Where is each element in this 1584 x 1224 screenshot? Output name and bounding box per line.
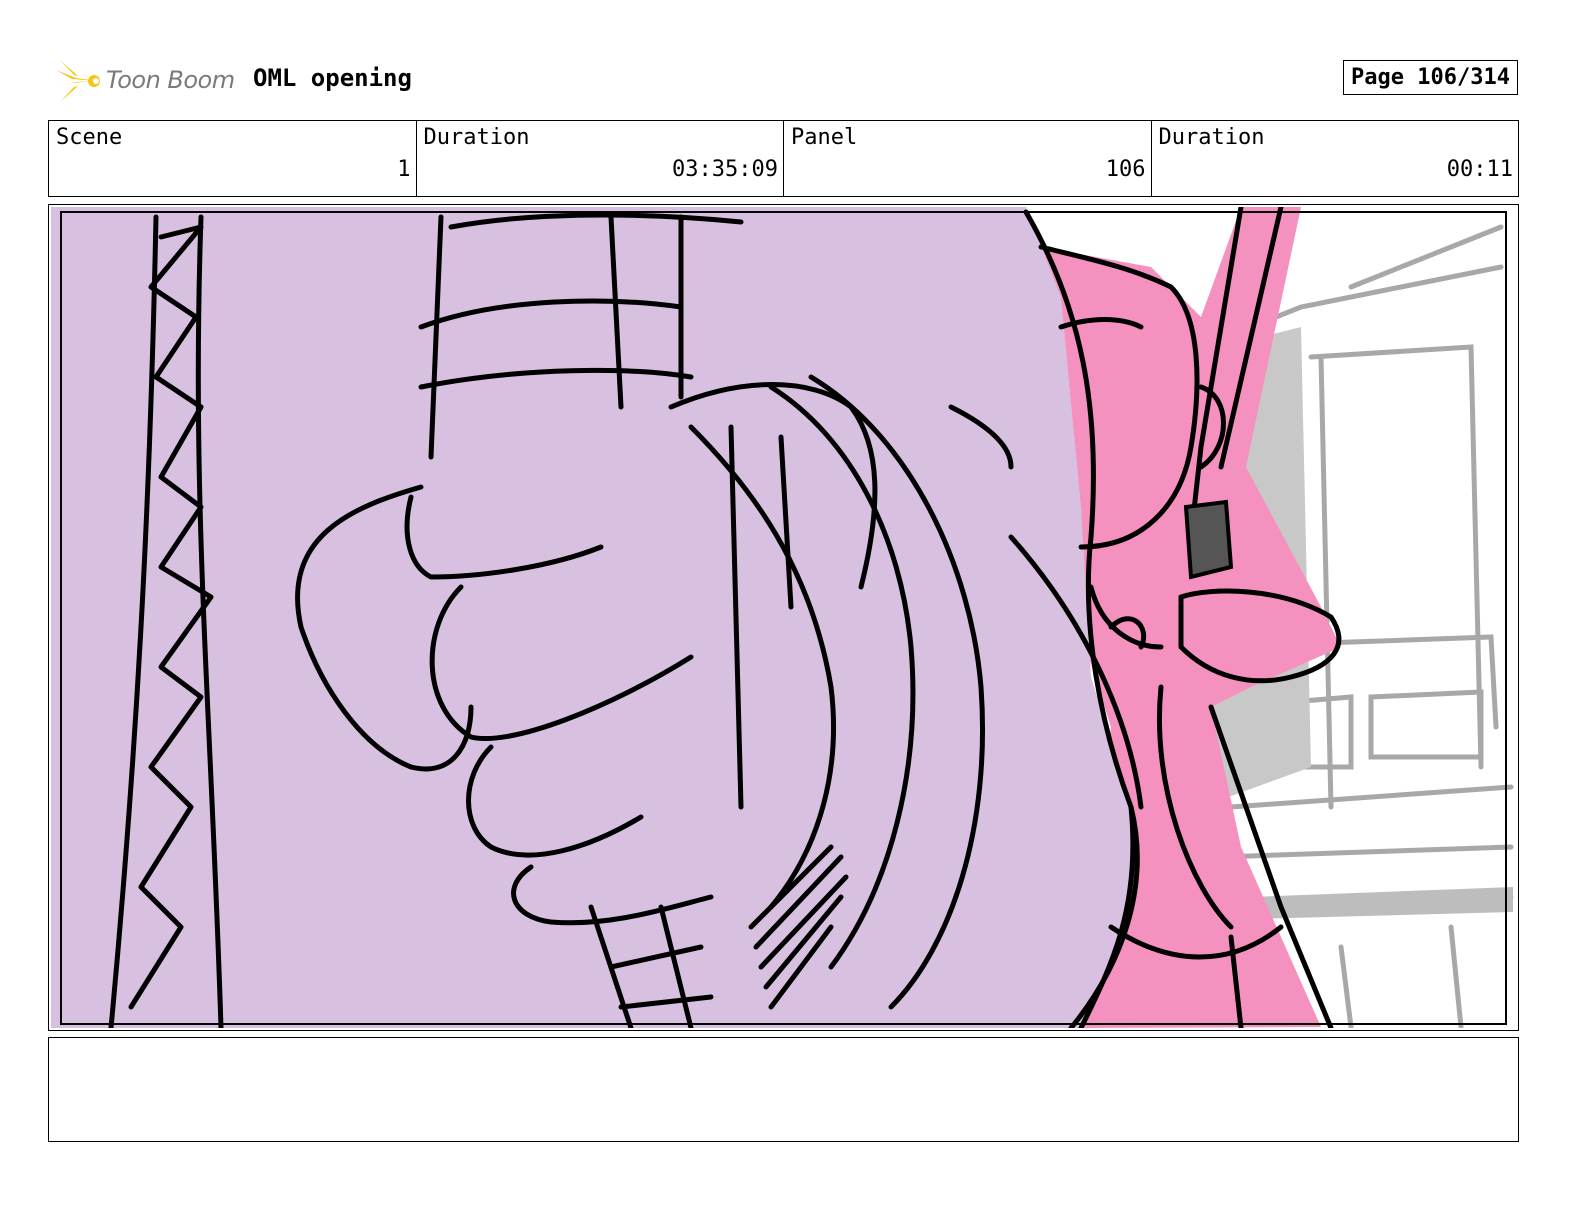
- scene-label: Scene: [56, 125, 123, 150]
- panel-value: 106: [1105, 157, 1146, 182]
- panel-duration-value: 00:11: [1446, 157, 1513, 182]
- logo-text: Toon Boom: [106, 66, 235, 94]
- storyboard-header: Toon Boom OML opening Page 106/314: [50, 56, 1530, 106]
- gray-floor-stroke: [1251, 887, 1513, 919]
- panel-frame: [48, 204, 1519, 1031]
- scene-duration-value: 03:35:09: [672, 157, 778, 182]
- scene-value: 1: [397, 157, 411, 182]
- scene-duration-cell: Duration 03:35:09: [417, 121, 784, 196]
- storyboard-sketch: [51, 207, 1514, 1028]
- scene-cell: Scene 1: [49, 121, 417, 196]
- toon-boom-logo: Toon Boom: [54, 56, 244, 106]
- page-indicator: Page 106/314: [1343, 60, 1518, 95]
- panel-cell: Panel 106: [784, 121, 1152, 196]
- panel-duration-label: Duration: [1158, 125, 1265, 150]
- panel-label: Panel: [791, 125, 858, 150]
- dark-window: [1183, 499, 1234, 580]
- starburst-icon: [56, 60, 100, 102]
- scene-duration-label: Duration: [423, 125, 530, 150]
- project-title: OML opening: [253, 64, 412, 92]
- panel-info-table: Scene 1 Duration 03:35:09 Panel 106 Dura…: [48, 120, 1519, 197]
- panel-notes: [48, 1037, 1519, 1142]
- panel-duration-cell: Duration 00:11: [1152, 121, 1519, 196]
